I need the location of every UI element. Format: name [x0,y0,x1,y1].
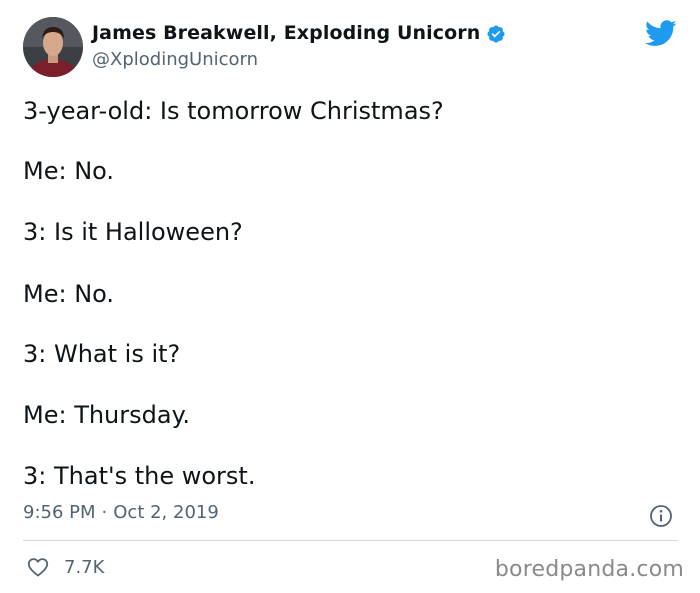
tweet-text-line: Me: Thursday. [23,401,190,429]
heart-icon [26,555,50,579]
info-icon[interactable] [649,504,673,528]
verified-badge-icon [486,24,506,44]
tweet-date: Oct 2, 2019 [113,502,219,523]
author-handle[interactable]: @XplodingUnicorn [92,49,258,70]
tweet-text-line: 3-year-old: Is tomorrow Christmas? [23,97,444,125]
author-name-row: James Breakwell, Exploding Unicorn [92,22,506,44]
author-display-name[interactable]: James Breakwell, Exploding Unicorn [92,22,480,44]
tweet-text-line: 3: That's the worst. [23,462,256,490]
watermark: boredpanda.com [494,557,684,582]
like-count: 7.7K [64,556,105,578]
meta-separator: · [101,502,108,523]
tweet-text-line: 3: Is it Halloween? [23,218,243,246]
tweet-text-line: Me: No. [23,280,115,308]
tweet-text-line: 3: What is it? [23,340,181,368]
like-button[interactable]: 7.7K [26,555,104,579]
author-avatar[interactable] [23,17,83,77]
avatar-photo [23,17,83,77]
tweet-timestamp[interactable]: 9:56 PM · Oct 2, 2019 [23,502,219,523]
divider [23,540,678,541]
tweet-text-line: Me: No. [23,157,115,185]
tweet-card: James Breakwell, Exploding Unicorn @Xplo… [0,0,700,593]
tweet-time: 9:56 PM [23,502,96,523]
twitter-bird-icon[interactable] [645,20,677,47]
